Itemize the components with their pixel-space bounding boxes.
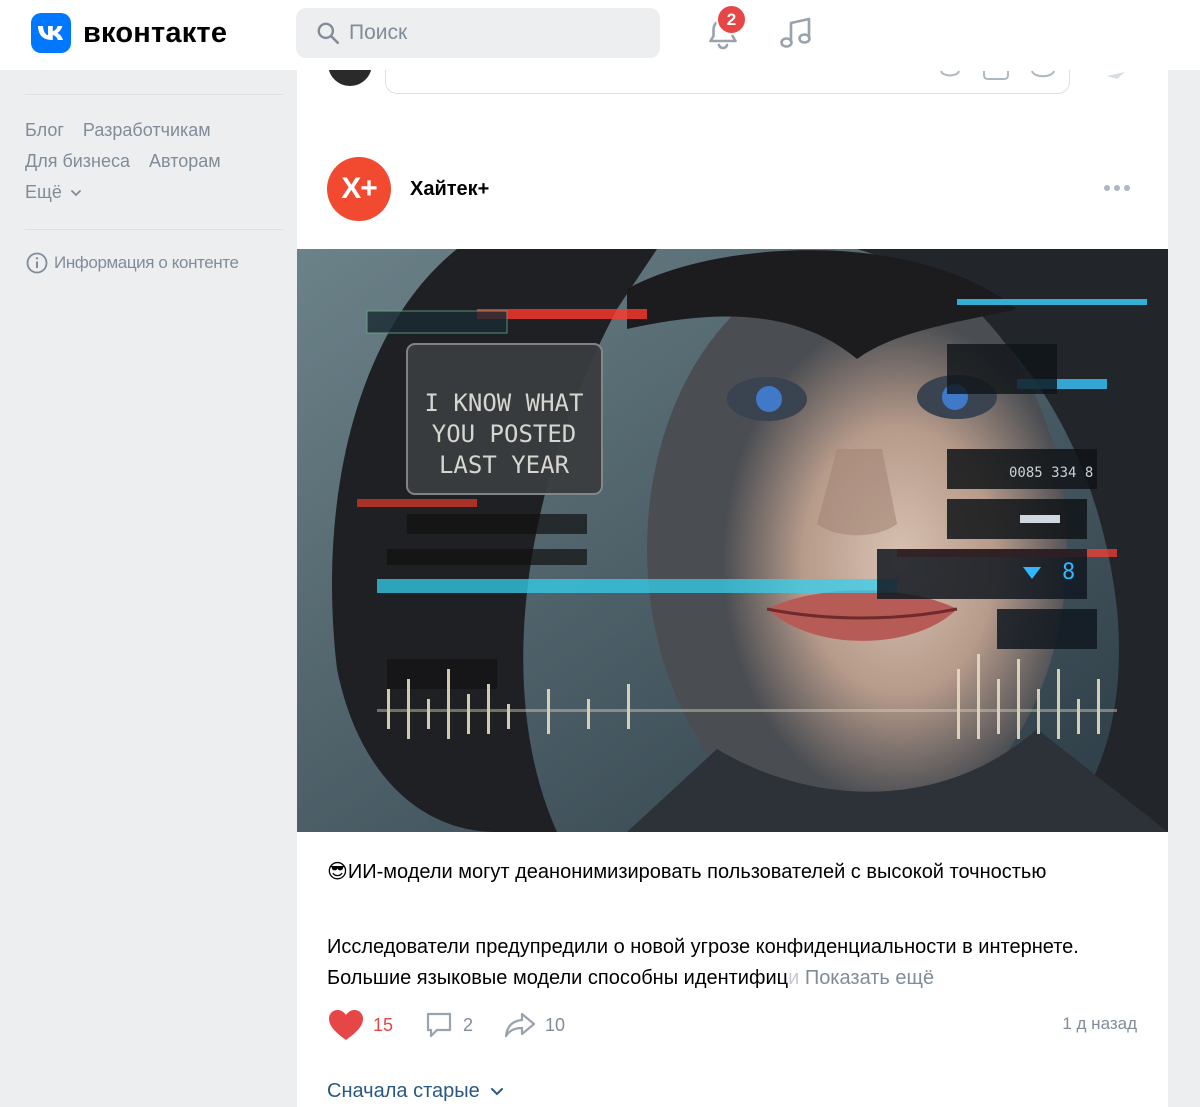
share-icon [504, 1012, 536, 1038]
content-info-link[interactable]: Информация о контенте [25, 251, 285, 275]
link-blog[interactable]: Блог [25, 115, 64, 146]
share-button[interactable]: 10 [503, 1010, 565, 1040]
divider [25, 229, 283, 230]
post-text-faded: и [788, 967, 800, 989]
show-more-link[interactable]: Показать ещё [805, 967, 934, 989]
post-text: Исследователи предупредили о новой угроз… [327, 932, 1147, 994]
chevron-down-icon [490, 1088, 503, 1096]
post-title: 😎ИИ-модели могут деанонимизировать польз… [327, 861, 1047, 883]
link-developers[interactable]: Разработчикам [83, 115, 211, 146]
emoji-icon[interactable] [939, 70, 961, 80]
search-icon [317, 22, 340, 45]
vk-logo[interactable]: вконтакте [31, 13, 227, 53]
image-caption-line-3: LAST YEAR [439, 451, 570, 479]
music-icon[interactable] [777, 14, 817, 54]
link-business[interactable]: Для бизнеса [25, 146, 130, 177]
footer-links: Блог Разработчикам Для бизнеса Авторам Е… [25, 115, 285, 208]
composer-icons [939, 70, 1055, 80]
post-header: X+ Хайтек+ [327, 157, 489, 221]
like-count: 15 [373, 1014, 394, 1035]
post-actions: 15 2 10 1 д назад [327, 1006, 1137, 1044]
image-counter: 8 [1062, 560, 1075, 585]
image-number: 0085 334 8 [1009, 465, 1093, 481]
comment-button[interactable]: 2 [423, 1009, 473, 1041]
author-avatar[interactable]: X+ [327, 157, 391, 221]
search-box[interactable] [296, 8, 660, 58]
like-button[interactable]: 15 [327, 1008, 393, 1042]
post-illustration: I KNOW WHAT YOU POSTED LAST YEAR 0085 33… [297, 249, 1168, 832]
comment-composer[interactable] [385, 70, 1070, 94]
search-input[interactable] [349, 21, 629, 45]
logo-text: вконтакте [83, 16, 228, 49]
more-options-icon[interactable] [1103, 184, 1131, 192]
sticker-icon[interactable] [1031, 70, 1055, 80]
left-sidebar: Блог Разработчикам Для бизнеса Авторам Е… [25, 70, 285, 275]
heart-icon [329, 1010, 363, 1040]
top-header: вконтакте 2 [0, 0, 1200, 70]
post-text-visible: Исследователи предупредили о новой угроз… [327, 936, 1079, 989]
vk-logo-icon [31, 13, 71, 53]
share-count: 10 [545, 1014, 566, 1035]
feed-card: X+ Хайтек+ I KNOW WHAT YOU POSTED LAST Y… [297, 50, 1168, 1107]
comment-icon [426, 1012, 452, 1038]
comments-sort-label: Сначала старые [327, 1080, 480, 1102]
comments-sort-dropdown[interactable]: Сначала старые [327, 1080, 504, 1103]
post-image[interactable]: I KNOW WHAT YOU POSTED LAST YEAR 0085 33… [297, 249, 1168, 832]
link-authors[interactable]: Авторам [149, 146, 221, 177]
divider [25, 94, 283, 95]
author-name[interactable]: Хайтек+ [410, 178, 489, 201]
chevron-down-icon [70, 189, 81, 196]
image-caption-line-2: YOU POSTED [432, 420, 577, 448]
send-icon[interactable] [1105, 70, 1129, 80]
notifications-badge: 2 [716, 4, 747, 35]
comment-count: 2 [463, 1014, 474, 1035]
image-caption-line-1: I KNOW WHAT [425, 389, 584, 417]
photo-icon[interactable] [983, 70, 1009, 80]
more-label: Ещё [25, 182, 62, 202]
post-time[interactable]: 1 д назад [1062, 1014, 1137, 1034]
info-icon [26, 252, 48, 274]
more-link[interactable]: Ещё [25, 177, 285, 208]
content-info-label: Информация о контенте [54, 253, 239, 272]
